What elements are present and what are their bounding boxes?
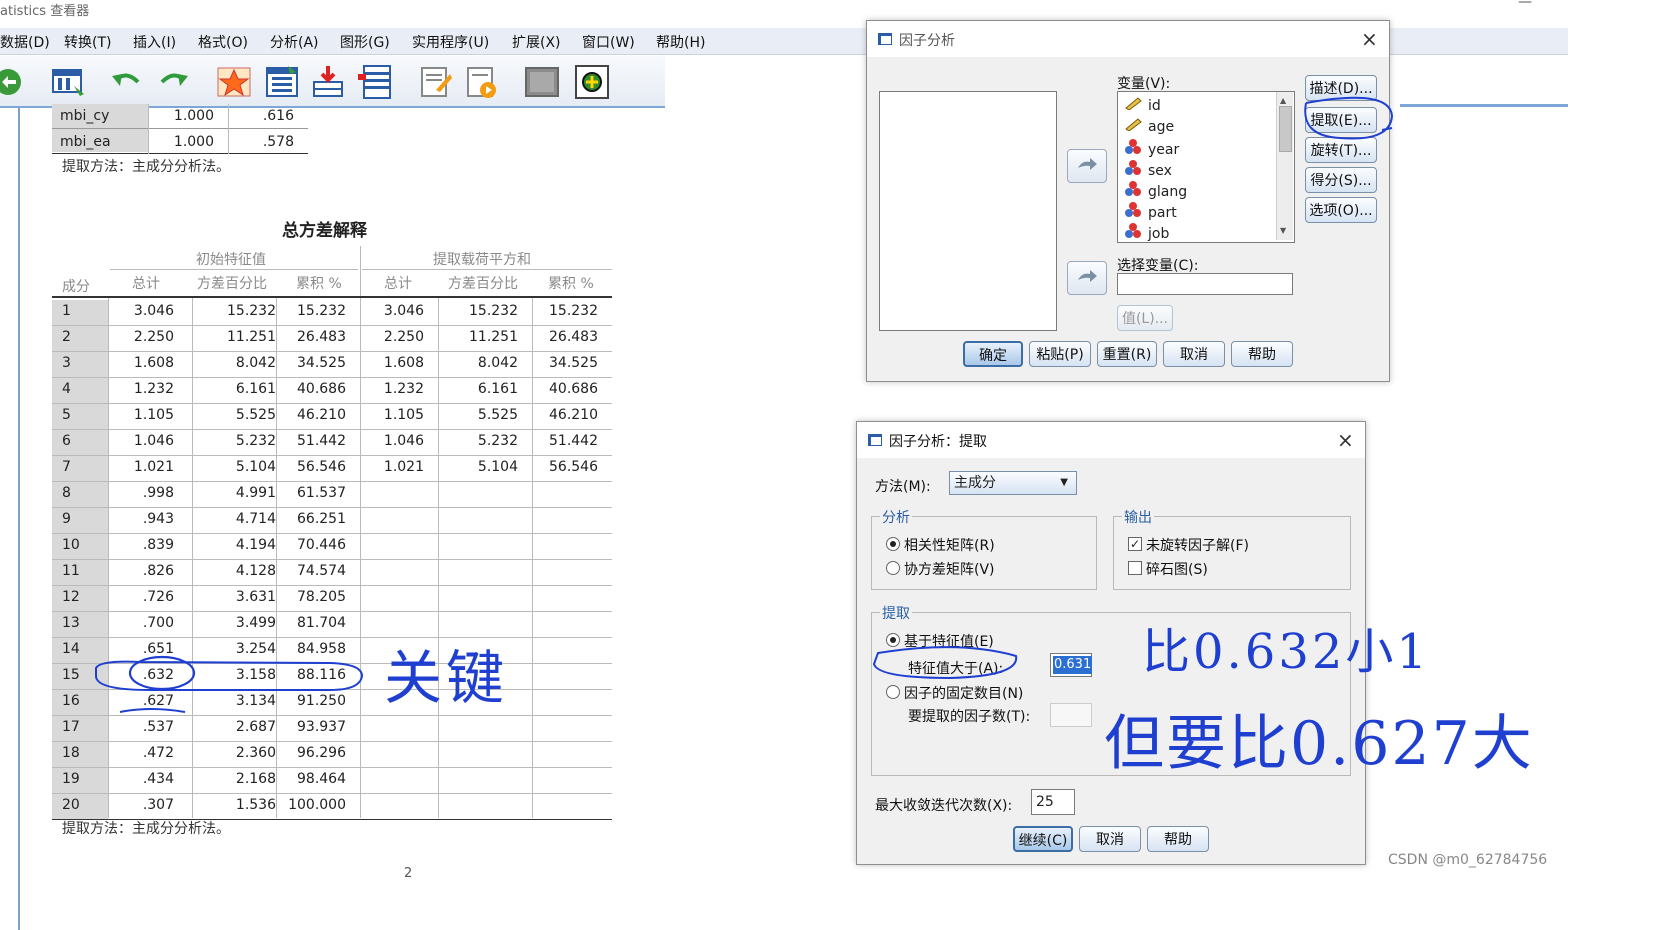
- ink-underline: [119, 708, 186, 713]
- watermark: CSDN @m0_62784756: [1388, 852, 1548, 868]
- ink-tick: [1381, 127, 1393, 131]
- ink-annotation-layer: [95, 96, 1394, 713]
- handwritten-note-key: 关键: [384, 644, 509, 712]
- ink-circle-eigen: [872, 646, 1018, 680]
- handwritten-note-condition: 但要比0.627大: [1104, 709, 1534, 779]
- handwritten-note-threshold: 比0.632小1: [1142, 624, 1430, 680]
- ink-circle-extract: [1304, 96, 1394, 140]
- ink-row-loop: [95, 660, 364, 691]
